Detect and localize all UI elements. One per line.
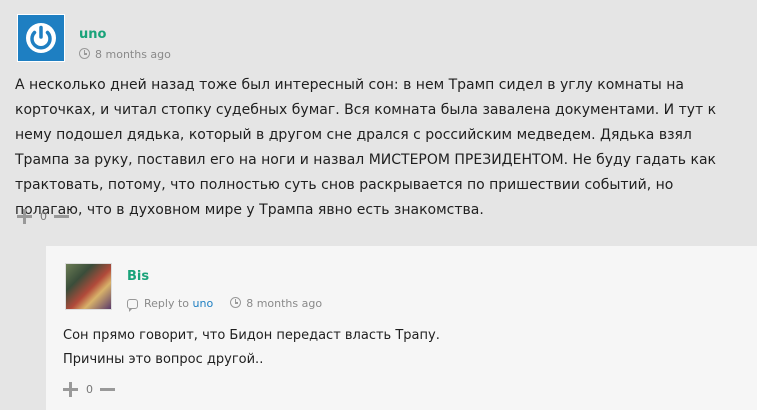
comment-time[interactable]: 8 months ago	[95, 48, 171, 61]
reply-meta: Reply to uno 8 months ago	[127, 297, 322, 312]
comment-author[interactable]: uno	[79, 27, 106, 42]
reply-prefix: Reply to	[144, 297, 190, 310]
power-icon	[26, 23, 56, 53]
reply-author[interactable]: Bis	[127, 269, 149, 284]
comment-meta: 8 months ago	[79, 48, 171, 61]
avatar[interactable]	[65, 263, 112, 310]
reply-icon	[127, 299, 138, 312]
vote-controls: 0	[17, 209, 69, 224]
reply-time[interactable]: 8 months ago	[246, 297, 322, 310]
downvote-minus-icon[interactable]	[100, 382, 115, 397]
vote-count: 0	[86, 383, 93, 396]
comment-body: А несколько дней назад тоже был интересн…	[15, 77, 717, 218]
avatar[interactable]	[17, 14, 65, 62]
vote-controls: 0	[63, 382, 115, 397]
reply-line: Сон прямо говорит, что Бидон передаст вл…	[63, 328, 440, 343]
clock-icon	[230, 297, 242, 308]
vote-count: 0	[40, 210, 47, 223]
reply-comment: Bis Reply to uno 8 months ago Сон прямо …	[46, 246, 757, 410]
comment: uno 8 months ago А несколько дней назад …	[0, 0, 757, 245]
reply-body: Сон прямо говорит, что Бидон передаст вл…	[63, 324, 743, 372]
upvote-plus-icon[interactable]	[17, 209, 32, 224]
clock-icon	[79, 48, 90, 59]
reply-to-link[interactable]: uno	[193, 297, 214, 310]
upvote-plus-icon[interactable]	[63, 382, 78, 397]
downvote-minus-icon[interactable]	[54, 209, 69, 224]
reply-line: Причины это вопрос другой..	[63, 352, 264, 367]
